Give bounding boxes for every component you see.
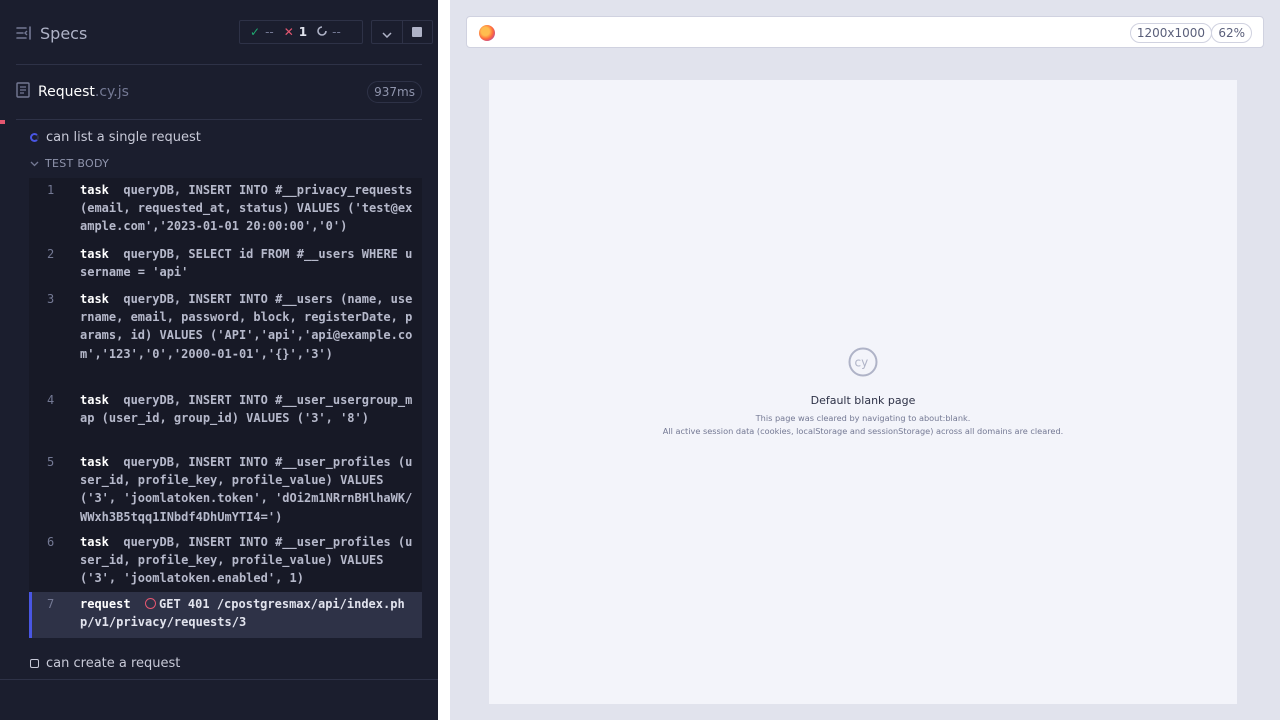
command-name: task	[80, 292, 109, 306]
sidebar-toggle-icon	[16, 26, 32, 40]
command-number: 4	[47, 393, 55, 407]
command-message: queryDB, INSERT INTO #__privacy_requests…	[80, 183, 420, 234]
command-row[interactable]: 6 task queryDB, INSERT INTO #__user_prof…	[29, 530, 422, 588]
cypress-logo: cy	[848, 347, 878, 381]
failed-stat: ✕ 1	[284, 25, 307, 39]
blank-page-description: All active session data (cookies, localS…	[662, 426, 1064, 436]
command-number: 2	[47, 247, 55, 261]
spinner-icon	[317, 26, 327, 38]
command-name: task	[80, 535, 109, 549]
spec-divider	[16, 119, 422, 120]
specs-toggle-button[interactable]: Specs	[16, 20, 87, 46]
chevron-down-icon	[30, 157, 39, 170]
x-icon: ✕	[283, 25, 294, 39]
reporter-panel: Specs ✓ -- ✕ 1 -- Request.cy.js 937ms ca…	[0, 0, 438, 720]
command-row[interactable]: 4 task queryDB, INSERT INTO #__user_user…	[29, 388, 422, 446]
pending-test-icon	[30, 659, 39, 668]
command-row[interactable]: 2 task queryDB, SELECT id FROM #__users …	[29, 242, 422, 282]
panel-resize-handle[interactable]	[438, 0, 450, 720]
failure-marker	[0, 120, 5, 124]
aut-header-bar: 1200x1000 62%	[466, 16, 1264, 48]
command-log: 1 task queryDB, INSERT INTO #__privacy_r…	[29, 178, 422, 638]
command-name: task	[80, 455, 109, 469]
command-name: task	[80, 393, 109, 407]
request-pending-icon	[145, 598, 157, 609]
command-name: task	[80, 247, 109, 261]
test-stats: ✓ -- ✕ 1 --	[239, 20, 363, 44]
command-row[interactable]: 3 task queryDB, INSERT INTO #__users (na…	[29, 287, 422, 384]
browser-icon[interactable]	[479, 25, 495, 41]
reporter-bottom-divider	[0, 679, 438, 680]
blank-page-description: This page was cleared by navigating to a…	[755, 413, 971, 423]
passed-count: --	[265, 25, 274, 39]
command-row[interactable]: 1 task queryDB, INSERT INTO #__privacy_r…	[29, 178, 422, 239]
zoom-level-badge: 62%	[1211, 23, 1252, 43]
svg-text:cy: cy	[855, 356, 869, 370]
command-message: queryDB, INSERT INTO #__user_profiles (u…	[80, 455, 413, 524]
pending-count: --	[332, 25, 341, 39]
run-controls	[371, 20, 433, 44]
passed-stat: ✓ --	[250, 25, 274, 39]
command-number: 6	[47, 535, 55, 549]
spec-extension: .cy.js	[94, 84, 129, 100]
document-icon	[16, 82, 30, 102]
spec-file-row[interactable]: Request.cy.js 937ms	[16, 80, 422, 104]
command-name: task	[80, 183, 109, 197]
stop-button[interactable]	[401, 21, 432, 43]
command-message: queryDB, INSERT INTO #__user_profiles (u…	[80, 535, 413, 586]
test-running[interactable]: can list a single request	[30, 130, 201, 145]
header-divider	[16, 64, 422, 65]
reporter-header: Specs ✓ -- ✕ 1 --	[0, 0, 438, 64]
pending-stat: --	[317, 25, 341, 39]
aut-iframe[interactable]: cy Default blank page This page was clea…	[489, 80, 1237, 704]
test-body-section-toggle[interactable]: TEST BODY	[30, 157, 109, 170]
spec-duration: 937ms	[367, 81, 422, 103]
command-message: queryDB, INSERT INTO #__user_usergroup_m…	[80, 393, 413, 426]
stop-icon	[412, 27, 423, 37]
test-title: can list a single request	[46, 130, 201, 145]
blank-page-title: Default blank page	[810, 394, 916, 407]
viewport-size-badge[interactable]: 1200x1000	[1129, 23, 1212, 43]
spec-file-name: Request.cy.js	[38, 84, 129, 100]
running-spinner-icon	[30, 133, 39, 142]
command-number: 1	[47, 183, 55, 197]
command-number: 3	[47, 292, 55, 306]
spec-base-name: Request	[38, 84, 95, 100]
command-number: 5	[47, 455, 55, 469]
section-label: TEST BODY	[45, 157, 110, 170]
test-pending[interactable]: can create a request	[30, 656, 180, 671]
command-message: queryDB, INSERT INTO #__users (name, use…	[80, 292, 413, 361]
command-name: request	[80, 597, 131, 611]
options-dropdown-button[interactable]	[372, 21, 402, 43]
command-message: queryDB, SELECT id FROM #__users WHERE u…	[80, 247, 413, 280]
test-title: can create a request	[46, 656, 181, 671]
command-row-active[interactable]: 7 request GET 401 /cpostgresmax/api/inde…	[29, 592, 422, 638]
chevron-down-icon	[382, 23, 392, 42]
command-row[interactable]: 5 task queryDB, INSERT INTO #__user_prof…	[29, 450, 422, 526]
command-number: 7	[47, 597, 55, 611]
failed-count: 1	[298, 25, 308, 39]
check-icon: ✓	[250, 25, 261, 39]
specs-label: Specs	[40, 23, 88, 43]
